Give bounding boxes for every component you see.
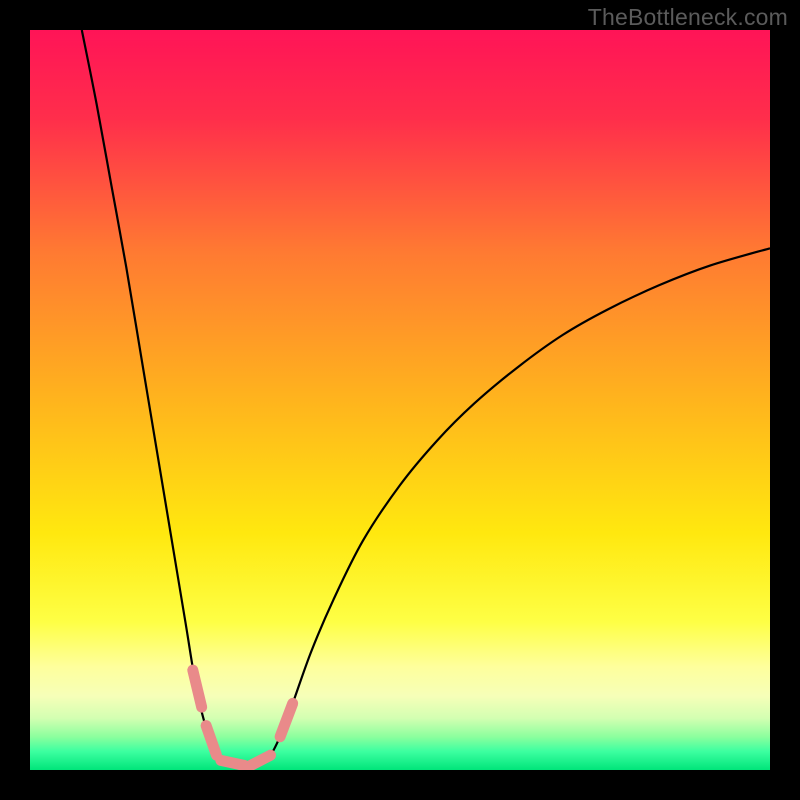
bottleneck-chart: [30, 30, 770, 770]
watermark-text: TheBottleneck.com: [588, 4, 788, 31]
highlight-segment: [221, 760, 245, 765]
gradient-background: [30, 30, 770, 770]
plot-area: [30, 30, 770, 770]
chart-frame: TheBottleneck.com: [0, 0, 800, 800]
